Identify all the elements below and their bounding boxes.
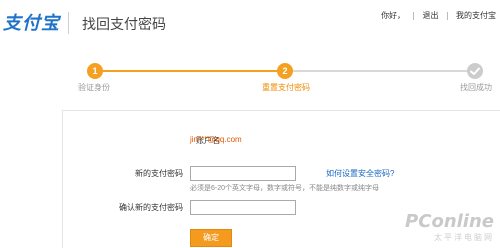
page-title: 找回支付密码 [82, 16, 166, 32]
password-hint: 必须是6-20个英文字母，数字或符号，不能是纯数字或纯字母 [190, 185, 380, 192]
checkmark-icon [467, 63, 483, 79]
watermark-subtitle: 太平洋电脑网 [434, 233, 494, 242]
top-nav: 你好， 退出 我的支付宝 [381, 10, 496, 21]
step-1-circle: 1 [87, 63, 103, 79]
step-2-circle: 2 [277, 63, 293, 79]
greeting-text: 你好， [381, 11, 406, 20]
confirm-password-input[interactable] [190, 200, 296, 215]
how-to-set-password-link[interactable]: 如何设置安全密码? [326, 168, 394, 179]
account-value: jin***@qq.com [190, 135, 242, 144]
page: 支付宝 找回支付密码 你好， 退出 我的支付宝 1 2 验证身份 重置支付密码 … [0, 0, 500, 248]
progress-line-done [95, 70, 285, 72]
progress-steps: 1 2 验证身份 重置支付密码 找回成功 [0, 50, 500, 110]
confirm-password-label: 确认新的支付密码 [119, 203, 183, 212]
step-3-label: 找回成功 [460, 83, 492, 92]
nav-divider [413, 11, 415, 20]
header: 支付宝 找回支付密码 你好， 退出 我的支付宝 [0, 0, 500, 45]
watermark-logo: PConline [405, 211, 494, 232]
watermark: PConline 太平洋电脑网 [405, 211, 494, 243]
confirm-button[interactable]: 确定 [190, 229, 232, 247]
new-password-label: 新的支付密码 [135, 169, 183, 178]
progress-line-todo [285, 70, 475, 72]
logout-link[interactable]: 退出 [423, 11, 439, 20]
new-password-input[interactable] [190, 166, 296, 181]
logo-divider [68, 12, 69, 34]
alipay-logo[interactable]: 支付宝 [3, 9, 60, 35]
step-1-label: 验证身份 [78, 83, 110, 92]
my-alipay-link[interactable]: 我的支付宝 [456, 11, 496, 20]
step-2-label: 重置支付密码 [262, 83, 310, 92]
nav-divider [446, 11, 448, 20]
